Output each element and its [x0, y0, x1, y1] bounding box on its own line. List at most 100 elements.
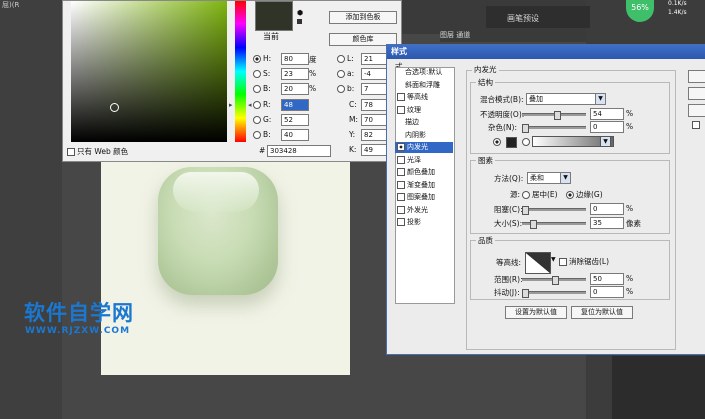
size-slider-thumb[interactable]	[530, 220, 538, 229]
reset-default-button[interactable]: 复位为默认值	[571, 306, 633, 319]
gradient-radio[interactable]	[522, 137, 532, 146]
s-input[interactable]: 23	[281, 68, 309, 80]
l-radio[interactable]: L:	[337, 54, 354, 63]
web-cube-icon[interactable]	[297, 19, 302, 24]
anti-alias-checkbox[interactable]: 消除锯齿(L)	[559, 256, 609, 267]
b-input[interactable]: 20	[281, 83, 309, 95]
style-list-item[interactable]: 斜面和浮雕	[395, 80, 453, 91]
lab-b-radio[interactable]: b:	[337, 84, 354, 93]
rgb-b-input[interactable]: 40	[281, 129, 309, 141]
choke-slider-thumb[interactable]	[522, 206, 529, 215]
glow-color-swatch[interactable]	[506, 137, 517, 148]
style-list-item[interactable]: 光泽	[395, 155, 453, 166]
hue-arrow-left-icon[interactable]: ▸	[229, 101, 233, 109]
r-radio-icon[interactable]	[253, 101, 261, 109]
style-checkbox[interactable]	[397, 168, 405, 176]
cancel-button[interactable]	[688, 87, 705, 100]
s-radio[interactable]: S:	[253, 69, 270, 78]
b-radio[interactable]: B:	[253, 84, 271, 93]
jitter-slider[interactable]	[522, 291, 586, 294]
style-list-item[interactable]: 内发光	[395, 142, 453, 153]
r-input[interactable]: 48	[281, 99, 309, 111]
source-center-radio-icon[interactable]	[522, 191, 530, 199]
range-slider-thumb[interactable]	[552, 276, 559, 285]
technique-select[interactable]: 柔和 ▼	[527, 172, 571, 184]
source-center-radio[interactable]: 居中(E)	[522, 189, 558, 200]
color-marker[interactable]	[110, 103, 119, 112]
style-list-item[interactable]: 描边	[395, 117, 453, 128]
document-tab[interactable]: 屈)(R	[2, 0, 19, 10]
s-radio-icon[interactable]	[253, 70, 261, 78]
a-radio-icon[interactable]	[337, 70, 345, 78]
range-input[interactable]: 50	[590, 273, 624, 285]
h-input[interactable]: 80	[281, 53, 309, 65]
solid-color-radio[interactable]	[493, 137, 503, 146]
hex-input[interactable]: 303428	[267, 145, 331, 157]
r-radio[interactable]: R:	[253, 100, 271, 109]
style-list-item[interactable]: 颜色叠加	[395, 167, 453, 178]
gradient-radio-icon[interactable]	[522, 137, 530, 146]
ok-button[interactable]	[688, 70, 705, 83]
style-list-item[interactable]: 外发光	[395, 205, 453, 216]
web-only-checkbox-box[interactable]	[67, 148, 75, 156]
style-checkbox[interactable]	[397, 205, 405, 214]
style-list-item[interactable]: 投影	[395, 217, 453, 228]
cube-icon[interactable]: ⬢	[297, 9, 303, 17]
rgb-b-radio[interactable]: B:	[253, 130, 271, 139]
style-list-item[interactable]: 等高线	[395, 92, 453, 103]
web-only-checkbox[interactable]: 只有 Web 颜色	[67, 146, 128, 157]
preview-checkbox[interactable]	[692, 121, 700, 129]
style-checkbox[interactable]	[397, 180, 405, 189]
g-input[interactable]: 52	[281, 114, 309, 126]
chevron-down-icon[interactable]: ▼	[595, 94, 605, 104]
structure-title: 结构	[476, 77, 495, 88]
style-checkbox[interactable]	[397, 155, 405, 164]
choke-slider[interactable]	[522, 208, 586, 211]
source-edge-radio-icon[interactable]	[566, 191, 574, 199]
noise-slider[interactable]	[522, 126, 586, 129]
a-radio[interactable]: a:	[337, 69, 354, 78]
style-checkbox[interactable]	[397, 218, 405, 226]
h-radio[interactable]: H:	[253, 54, 271, 63]
hue-slider[interactable]	[235, 1, 246, 142]
chevron-down-icon[interactable]: ▼	[560, 173, 570, 183]
hue-arrow-right-icon[interactable]: ◂	[248, 101, 252, 109]
choke-input[interactable]: 0	[590, 203, 624, 215]
opacity-unit: %	[626, 109, 634, 118]
blend-mode-select[interactable]: 叠加 ▼	[526, 93, 606, 105]
layers-channels-tabs[interactable]: 图层 通道	[440, 30, 586, 42]
jitter-input[interactable]: 0	[590, 286, 624, 298]
opacity-slider-thumb[interactable]	[554, 111, 562, 120]
make-default-button[interactable]: 设置为默认值	[505, 306, 567, 319]
style-checkbox[interactable]	[397, 105, 405, 114]
solid-color-radio-icon[interactable]	[493, 137, 501, 146]
gradient-dropdown-chevron-icon[interactable]: ▼	[600, 136, 611, 147]
style-checkbox[interactable]	[397, 143, 405, 151]
jitter-slider-thumb[interactable]	[522, 289, 529, 298]
b-radio-icon[interactable]	[253, 85, 261, 93]
style-list-item[interactable]: 渐变叠加	[395, 180, 453, 191]
contour-picker[interactable]	[525, 252, 551, 274]
style-list-item[interactable]: 图案叠加	[395, 192, 453, 203]
contour-chevron-down-icon[interactable]: ▼	[551, 256, 556, 263]
add-to-swatches-button[interactable]: 添加到色板	[329, 11, 397, 24]
saturation-brightness-field[interactable]	[71, 1, 227, 142]
lab-b-radio-icon[interactable]	[337, 85, 345, 93]
new-style-button[interactable]	[688, 104, 705, 117]
h-radio-icon[interactable]	[253, 55, 261, 63]
style-list-item[interactable]: 内阴影	[395, 130, 453, 141]
style-checkbox[interactable]	[397, 193, 405, 201]
g-radio-icon[interactable]	[253, 116, 261, 124]
noise-slider-thumb[interactable]	[522, 124, 529, 133]
source-edge-radio[interactable]: 边缘(G)	[566, 189, 603, 200]
style-list-item[interactable]: 合选项:默认	[395, 67, 453, 78]
rgb-b-radio-icon[interactable]	[253, 131, 261, 139]
anti-alias-checkbox-box[interactable]	[559, 258, 567, 266]
size-input[interactable]: 35	[590, 217, 624, 229]
g-radio[interactable]: G:	[253, 115, 271, 124]
l-radio-icon[interactable]	[337, 55, 345, 63]
style-checkbox[interactable]	[397, 93, 405, 101]
style-list-item[interactable]: 纹理	[395, 105, 453, 116]
opacity-input[interactable]: 54	[590, 108, 624, 120]
noise-input[interactable]: 0	[590, 121, 624, 133]
